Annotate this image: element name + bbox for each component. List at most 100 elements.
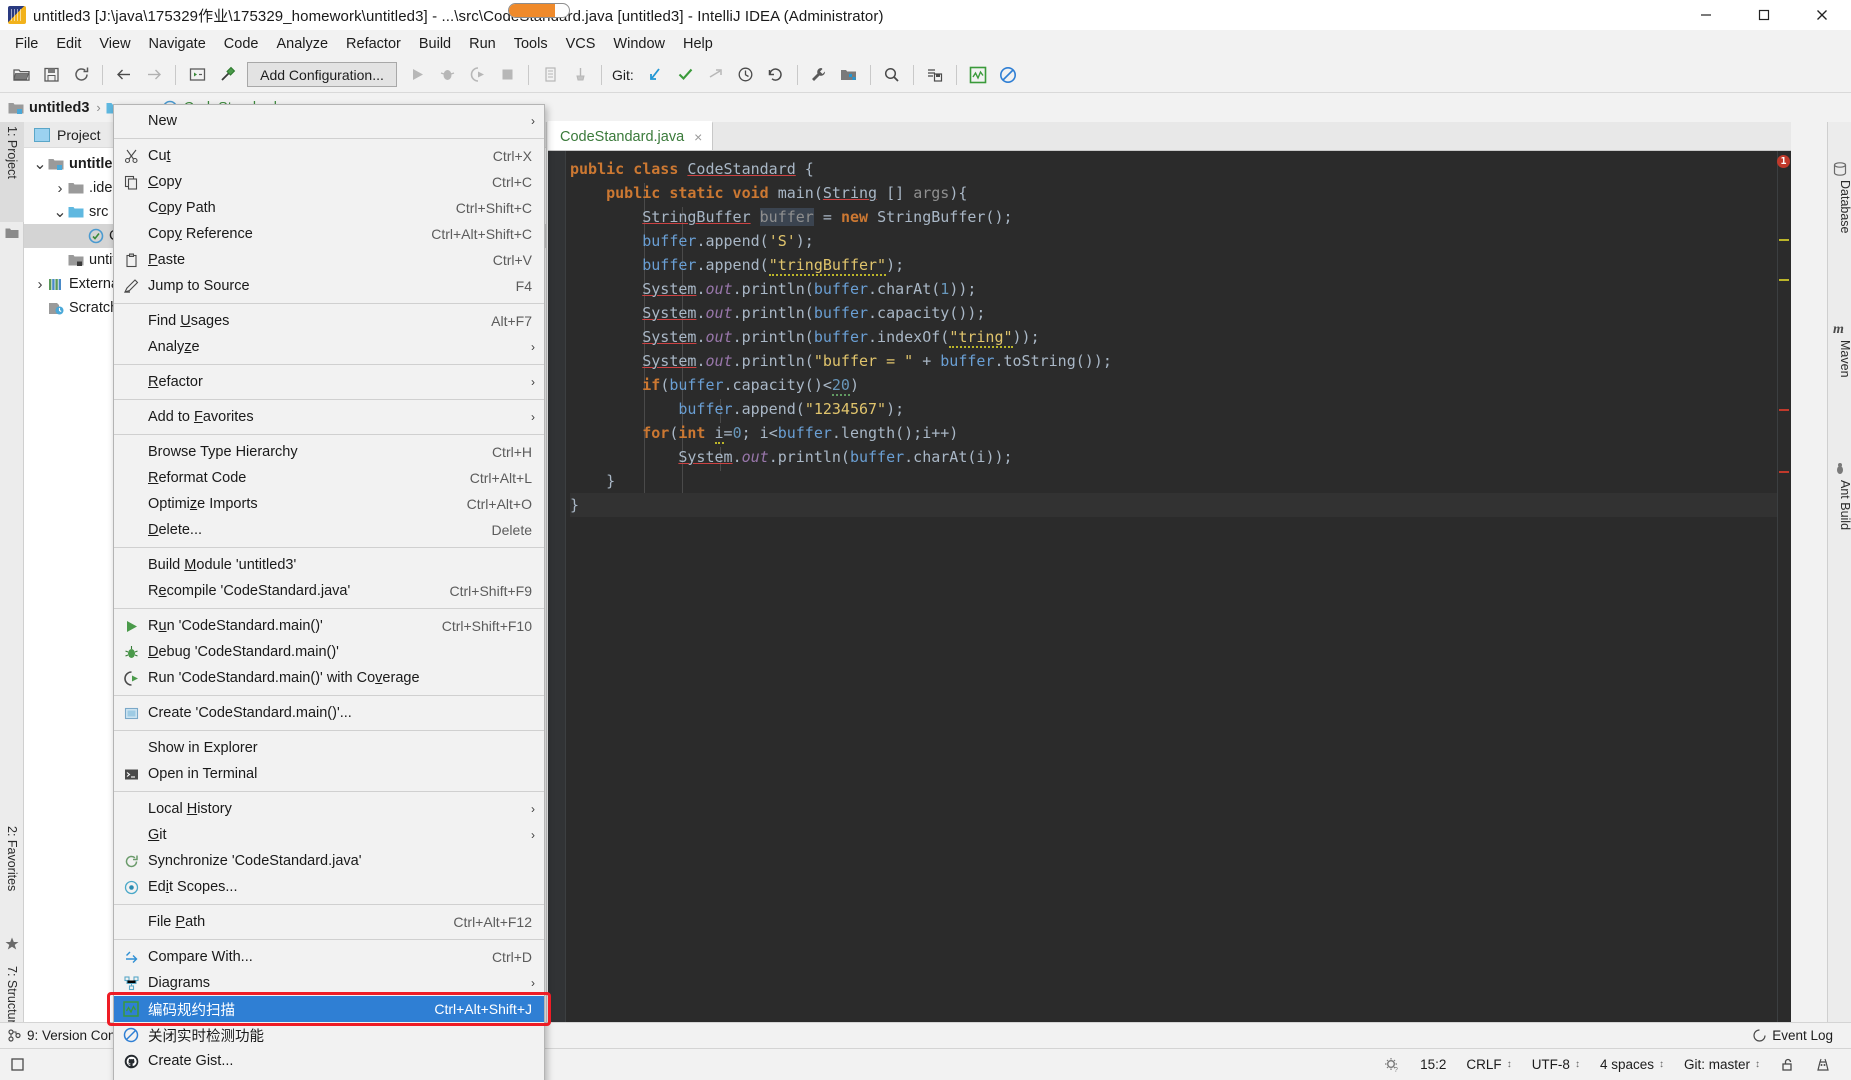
menubar-item-view[interactable]: View [90,33,139,55]
chevron-down-icon[interactable]: ⌄ [32,154,48,174]
context-menu-item-6[interactable]: Jump to Source F4 [114,273,544,299]
chevron-right-icon[interactable]: › [32,276,48,293]
toggle-tool-windows-button[interactable] [0,1057,35,1072]
context-menu-item-9[interactable]: Refactor › [114,369,544,395]
context-menu-item-27[interactable]: File Path Ctrl+Alt+F12 [114,909,544,935]
git-push-icon[interactable] [701,61,731,89]
context-menu-item-14[interactable]: Delete... Delete [114,517,544,543]
git-update-icon[interactable] [641,61,671,89]
context-menu-item-7[interactable]: Find Usages Alt+F7 [114,308,544,334]
git-branch-selector[interactable]: Git: master ↕ [1674,1057,1770,1072]
indent-selector[interactable]: 4 spaces ↕ [1590,1057,1674,1072]
bookmark-icon[interactable] [920,61,950,89]
context-menu-item-20[interactable]: Create 'CodeStandard.main()'... [114,700,544,726]
context-menu-item-11[interactable]: Browse Type Hierarchy Ctrl+H [114,439,544,465]
back-arrow-icon[interactable] [109,61,139,89]
context-menu-item-8[interactable]: Analyze › [114,334,544,360]
debug-icon[interactable] [432,61,462,89]
open-folder-icon[interactable] [6,61,36,89]
context-menu-item-32[interactable]: Create Gist... [114,1048,544,1074]
context-menu-item-26[interactable]: Edit Scopes... [114,874,544,900]
context-menu-item-33[interactable]: Convert Java File to Kotlin FileCtrl+Alt… [114,1074,544,1080]
stop-icon[interactable] [492,61,522,89]
caret-position[interactable]: 15:2 [1410,1057,1456,1072]
project-structure-icon[interactable] [834,61,864,89]
menubar-item-build[interactable]: Build [410,33,460,55]
inspections-gear-icon[interactable]: ? [1374,1057,1410,1073]
menubar-item-file[interactable]: File [6,33,47,55]
menubar-item-window[interactable]: Window [604,33,674,55]
breadcrumb-item-untitled3[interactable]: untitled3 [8,100,89,116]
context-menu-item-12[interactable]: Reformat Code Ctrl+Alt+L [114,465,544,491]
context-menu-item-17[interactable]: Run 'CodeStandard.main()' Ctrl+Shift+F10 [114,613,544,639]
compile-icon[interactable] [182,61,212,89]
sidebar-item-maven[interactable]: Maven [1828,318,1851,428]
code-editor[interactable]: public class CodeStandard { public stati… [548,151,1791,1034]
menubar-item-refactor[interactable]: Refactor [337,33,410,55]
close-icon[interactable]: × [694,129,702,145]
context-menu-item-4[interactable]: Copy Reference Ctrl+Alt+Shift+C [114,221,544,247]
menubar-item-code[interactable]: Code [215,33,268,55]
context-menu-item-0[interactable]: New › [114,108,544,134]
close-button[interactable] [1793,0,1851,30]
run-coverage-icon[interactable] [462,61,492,89]
disable-inspection-icon[interactable] [993,61,1023,89]
chevron-right-icon[interactable]: › [52,180,68,197]
menubar-item-tools[interactable]: Tools [505,33,557,55]
git-revert-icon[interactable] [761,61,791,89]
context-menu-item-5[interactable]: Paste Ctrl+V [114,247,544,273]
context-menu-item-22[interactable]: Open in Terminal [114,761,544,787]
context-menu-item-13[interactable]: Optimize Imports Ctrl+Alt+O [114,491,544,517]
line-separator-selector[interactable]: CRLF ↕ [1456,1057,1521,1072]
menubar-item-analyze[interactable]: Analyze [267,33,337,55]
context-menu-item-3[interactable]: Copy Path Ctrl+Shift+C [114,195,544,221]
hector-icon[interactable] [1805,1057,1841,1073]
settings-wrench-icon[interactable] [804,61,834,89]
context-menu-item-19[interactable]: Run 'CodeStandard.main()' with Coverage [114,665,544,691]
context-menu-item-24[interactable]: Git › [114,822,544,848]
context-menu-item-1[interactable]: Cut Ctrl+X [114,143,544,169]
attach-icon[interactable] [565,61,595,89]
search-everywhere-icon[interactable] [877,61,907,89]
error-count-badge[interactable]: 1 [1777,155,1790,168]
context-menu-item-2[interactable]: Copy Ctrl+C [114,169,544,195]
alibaba-scan-icon[interactable] [963,61,993,89]
error-stripe[interactable]: 1 [1777,151,1791,1034]
context-menu-item-31[interactable]: 关闭实时检测功能 [114,1022,544,1048]
context-menu-item-10[interactable]: Add to Favorites › [114,404,544,430]
menubar-item-edit[interactable]: Edit [47,33,90,55]
context-menu-item-16[interactable]: Recompile 'CodeStandard.java' Ctrl+Shift+… [114,578,544,604]
context-menu-item-15[interactable]: Build Module 'untitled3' [114,552,544,578]
editor-gutter[interactable] [548,151,566,1034]
unlock-icon[interactable] [1770,1057,1805,1072]
context-menu-item-21[interactable]: Show in Explorer [114,735,544,761]
profiler-icon[interactable] [535,61,565,89]
event-log-button[interactable]: Event Log [1745,1023,1841,1049]
build-hammer-icon[interactable] [212,61,242,89]
sidebar-item-database[interactable]: Database [1828,158,1851,288]
minimize-button[interactable] [1677,0,1735,30]
context-menu-item-18[interactable]: Debug 'CodeStandard.main()' [114,639,544,665]
maximize-button[interactable] [1735,0,1793,30]
sidebar-item-favorites[interactable]: 2: Favorites [0,822,24,932]
encoding-selector[interactable]: UTF-8 ↕ [1522,1057,1590,1072]
context-menu-item-23[interactable]: Local History › [114,796,544,822]
context-menu-item-29[interactable]: Diagrams › [114,970,544,996]
sidebar-item-project[interactable]: 1: Project [0,122,24,222]
context-menu[interactable]: New › Cut Ctrl+X Copy Ctrl+C Copy Path Ctrl+Shi… [113,104,545,1080]
menubar-item-help[interactable]: Help [674,33,722,55]
sidebar-item-ant-build[interactable]: Ant Build [1828,458,1851,578]
menubar-item-navigate[interactable]: Navigate [140,33,215,55]
run-icon[interactable] [402,61,432,89]
context-menu-item-30[interactable]: 编码规约扫描 Ctrl+Alt+Shift+J [114,996,544,1022]
add-configuration-button[interactable]: Add Configuration... [247,62,397,87]
menubar-item-vcs[interactable]: VCS [557,33,605,55]
git-history-icon[interactable] [731,61,761,89]
forward-arrow-icon[interactable] [139,61,169,89]
context-menu-item-25[interactable]: Synchronize 'CodeStandard.java' [114,848,544,874]
sync-icon[interactable] [66,61,96,89]
tab-codestandard-java[interactable]: CodeStandard.java × [548,121,714,150]
save-all-icon[interactable] [36,61,66,89]
menubar-item-run[interactable]: Run [460,33,505,55]
git-commit-icon[interactable] [671,61,701,89]
